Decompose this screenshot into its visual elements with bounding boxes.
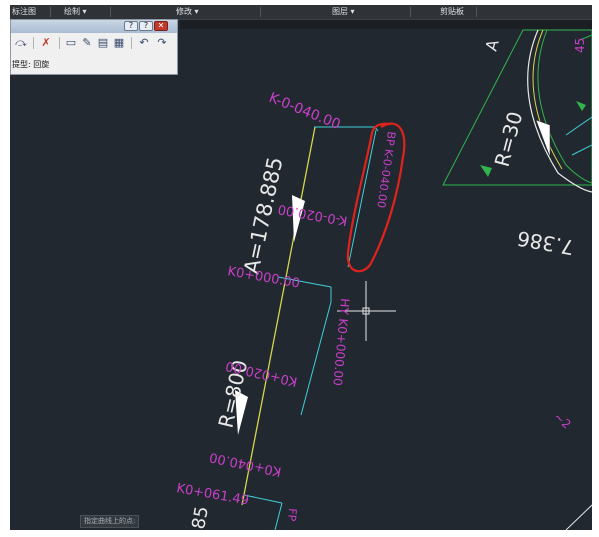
label-mid-chainage: K-0-020.00 — [277, 201, 349, 228]
ribbon-divider — [476, 7, 477, 17]
direction-arrow-right — [535, 119, 551, 158]
command-hint: 指定曲线上的点: — [80, 515, 140, 528]
tick-hy — [300, 301, 332, 416]
label-top-chainage: K-0-040.00 — [267, 90, 343, 133]
tick-bp — [347, 129, 377, 268]
bottom-right-line — [565, 504, 592, 530]
ribbon-divider — [410, 7, 411, 17]
layout-tools-window[interactable]: ? ? ✕ ⤼ ✗ ▭ ✎ ▤ ▦ ↶ ↷ 提型: 回旋 — [10, 19, 178, 75]
ribbon-divider — [260, 7, 261, 17]
close-button[interactable]: ✕ — [154, 21, 168, 31]
ribbon-section-modify[interactable]: 修改 ▾ — [176, 6, 199, 18]
undo-icon[interactable]: ↶ — [138, 37, 150, 49]
undo-arrow-icon[interactable]: ⤼ — [15, 37, 27, 49]
drawing-canvas[interactable]: K-0-040.00 BP K-0-040.00 K-0-020.00 A=17… — [10, 5, 592, 530]
cad-viewport[interactable]: K-0-040.00 BP K-0-040.00 K-0-020.00 A=17… — [10, 5, 592, 530]
tick-right-1 — [565, 116, 592, 136]
delete-point-icon[interactable]: ✗ — [40, 37, 52, 49]
tick-k061 — [243, 494, 283, 504]
ribbon-bar: 标注图 绘制 ▾ 修改 ▾ 图层 ▾ 剪贴板 — [10, 5, 592, 20]
tick-right-2 — [571, 144, 592, 156]
ribbon-section-layers[interactable]: 图层 ▾ — [332, 6, 355, 18]
label-curve-r: R=30 — [490, 109, 528, 169]
info-button[interactable]: ? — [139, 21, 153, 31]
tool-window-toolbar: ⤼ ✗ ▭ ✎ ▤ ▦ ↶ ↷ — [11, 34, 177, 52]
curve-type-label: 提型: 回旋 — [12, 60, 50, 69]
ribbon-panel-strip — [180, 20, 592, 29]
ribbon-divider — [50, 7, 51, 17]
ribbon-section-draw[interactable]: 绘制 ▾ — [64, 6, 87, 18]
label-fp: FP — [285, 508, 299, 522]
label-side-mark: ~2 — [551, 410, 574, 432]
ribbon-divider — [110, 7, 111, 17]
green-arrow-2 — [576, 101, 586, 111]
help-button[interactable]: ? — [124, 21, 138, 31]
list-icon[interactable]: ▤ — [97, 37, 109, 49]
ribbon-section-clipboard[interactable]: 剪贴板 — [440, 6, 464, 18]
green-arrow-1 — [480, 165, 492, 177]
label-k0-061: K0+061.49 — [175, 481, 250, 508]
window-titlebar[interactable]: ? ? ✕ — [11, 20, 177, 33]
tick-fp — [274, 502, 283, 530]
ribbon-section-annotate[interactable]: 标注图 — [12, 6, 36, 18]
edit-icon[interactable]: ✎ — [81, 37, 93, 49]
boundary-polygon — [442, 29, 592, 186]
label-hy: HY K0+000.00 — [330, 298, 352, 387]
label-corner-1: A — [482, 37, 503, 53]
label-corner-2: 45 — [573, 38, 587, 53]
toolbar-divider — [131, 37, 132, 49]
property-icon[interactable]: ▭ — [65, 37, 77, 49]
label-curve-num: 7.386 — [515, 226, 576, 260]
label-bottom-mark: 85 — [188, 505, 213, 530]
toolbar-divider — [59, 37, 60, 49]
toolbar-divider — [33, 37, 34, 49]
label-k0-040: K0+040.00 — [208, 449, 283, 479]
redo-icon[interactable]: ↷ — [156, 37, 168, 49]
table-icon[interactable]: ▦ — [113, 37, 125, 49]
